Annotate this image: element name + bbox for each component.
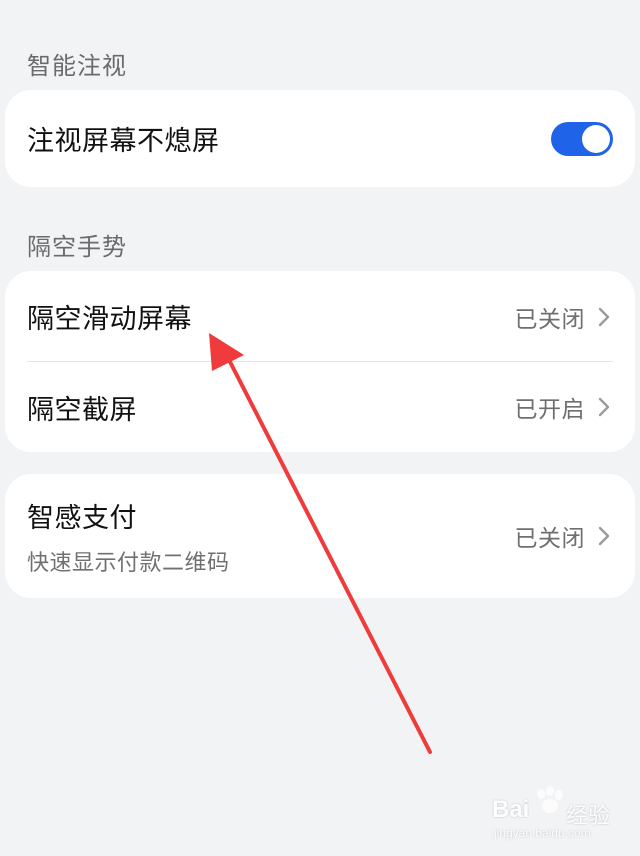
paw-icon — [537, 786, 563, 813]
row-air-swipe-screen[interactable]: 隔空滑动屏幕 已关闭 — [5, 271, 635, 362]
row-status: 已开启 — [514, 397, 585, 423]
watermark-brand: Bai — [492, 796, 530, 823]
row-status: 已关闭 — [514, 526, 585, 552]
card-smart-pay: 智感支付 快速显示付款二维码 已关闭 — [5, 474, 635, 598]
watermark-url: jingyan.baidu.com — [494, 826, 591, 840]
section-header-air-gesture: 隔空手势 — [27, 233, 127, 261]
row-title: 隔空截屏 — [27, 394, 137, 426]
gaze-toggle-switch[interactable] — [551, 121, 613, 156]
baidu-jingyan-watermark: Bai 经验 jingyan.baidu.com — [492, 786, 632, 846]
row-title: 注视屏幕不熄屏 — [27, 126, 220, 157]
section-header-smart-gaze: 智能注视 — [27, 52, 127, 80]
card-smart-gaze: 注视屏幕不熄屏 — [5, 90, 635, 187]
row-title: 隔空滑动屏幕 — [27, 304, 192, 335]
row-air-screenshot[interactable]: 隔空截屏 已开启 — [5, 362, 635, 452]
toggle-knob — [582, 124, 610, 153]
card-air-gesture: 隔空滑动屏幕 已关闭 隔空截屏 已开启 — [5, 271, 635, 452]
settings-page: 智能注视 注视屏幕不熄屏 隔空手势 隔空滑动屏幕 已关闭 隔空截屏 已开启 智感… — [0, 0, 640, 856]
row-gaze-keep-screen-on[interactable]: 注视屏幕不熄屏 — [5, 90, 635, 187]
row-subtitle: 快速显示付款二维码 — [27, 550, 230, 576]
row-status: 已关闭 — [514, 306, 585, 333]
row-smart-pay[interactable]: 智感支付 快速显示付款二维码 已关闭 — [5, 474, 635, 598]
chevron-right-icon — [598, 397, 610, 417]
chevron-right-icon — [598, 526, 610, 546]
chevron-right-icon — [598, 307, 610, 326]
row-title: 智感支付 — [27, 502, 137, 534]
